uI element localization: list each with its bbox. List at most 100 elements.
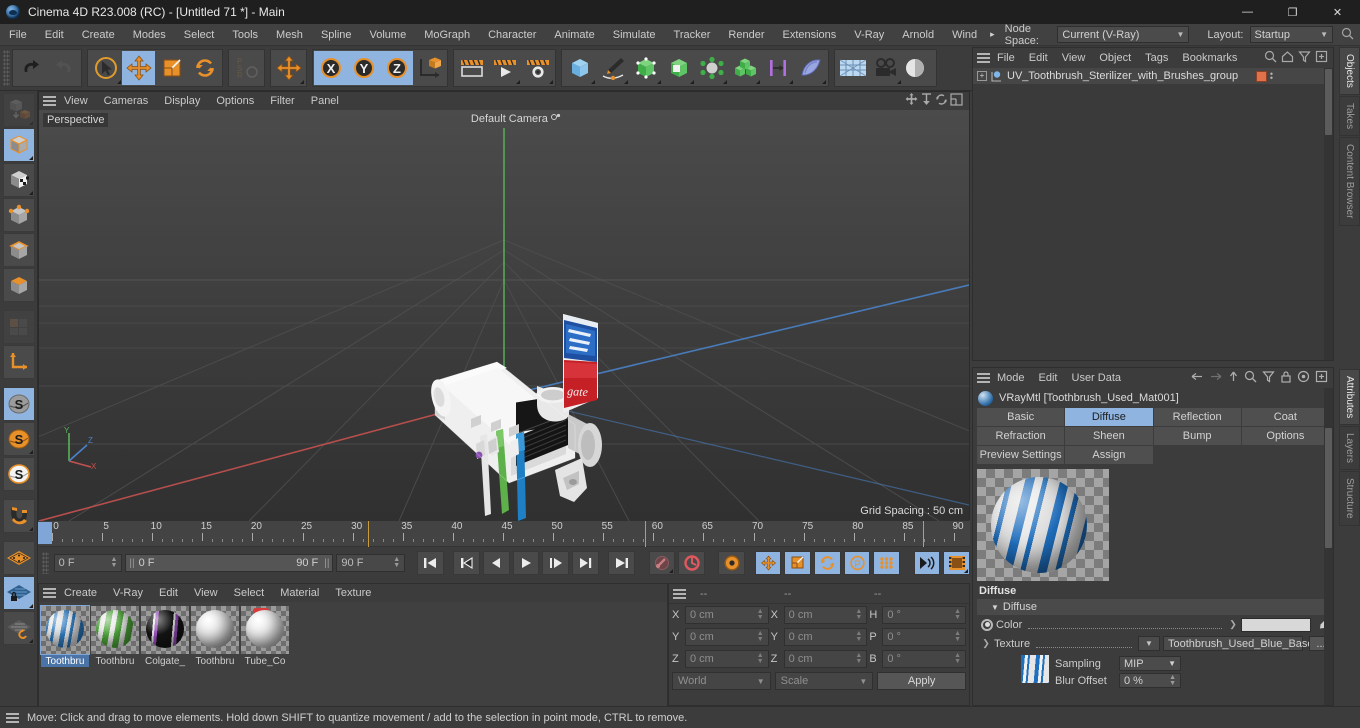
side-tab-content-browser[interactable]: Content Browser <box>1339 137 1360 226</box>
texture-thumbnail[interactable] <box>1021 655 1049 683</box>
menu-overflow-arrow[interactable]: ▸ <box>986 29 999 40</box>
coord-size-field[interactable]: 0 cm ▲ ▼ <box>783 606 868 624</box>
target-icon[interactable] <box>1297 370 1310 386</box>
texture-expand-icon[interactable]: ❯ <box>981 638 991 649</box>
spinner-icon[interactable]: ▲ ▼ <box>855 608 862 621</box>
coord-rotation-field[interactable]: 0 ° ▲ ▼ <box>882 606 967 624</box>
side-tab-structure[interactable]: Structure <box>1339 471 1360 526</box>
menu-item-tools[interactable]: Tools <box>223 24 267 46</box>
side-tab-attributes[interactable]: Attributes <box>1339 369 1360 426</box>
move-tool[interactable] <box>122 51 155 85</box>
menu-item-arnold[interactable]: Arnold <box>893 24 943 46</box>
object-menu-edit[interactable]: Edit <box>1022 48 1055 68</box>
material-preview[interactable] <box>977 469 1109 581</box>
attr-tab-diffuse[interactable]: Diffuse <box>1065 408 1153 426</box>
viewport-canvas[interactable]: gate Perspective Default Camera Grid Spa… <box>39 110 969 521</box>
minimize-button[interactable]: — <box>1225 0 1270 24</box>
coord-position-field[interactable]: 0 cm ▲ ▼ <box>685 650 769 668</box>
render-picture-viewer-button[interactable] <box>488 51 521 85</box>
spinner-icon[interactable]: ▲ ▼ <box>954 608 961 621</box>
zoom-dolly-icon[interactable] <box>920 93 933 109</box>
lock-icon[interactable] <box>1280 370 1292 386</box>
undo-button[interactable] <box>14 51 47 85</box>
spinner-icon[interactable]: ▲ ▼ <box>1169 674 1176 687</box>
range-right-grip[interactable]: || <box>324 558 329 569</box>
light-button[interactable] <box>902 51 935 85</box>
coord-rotation-field[interactable]: 0 ° ▲ ▼ <box>882 628 967 646</box>
make-editable-button[interactable] <box>2 93 35 127</box>
world-object-coord-button[interactable] <box>413 51 446 85</box>
cube-primitive-button[interactable] <box>563 51 596 85</box>
range-left-grip[interactable]: || <box>129 558 134 569</box>
spinner-icon[interactable]: ▲ ▼ <box>110 556 117 569</box>
generator-button[interactable] <box>629 51 662 85</box>
snap-settings-button[interactable]: S <box>2 457 35 491</box>
axis-mode-button[interactable] <box>2 345 35 379</box>
key-rotation-button[interactable] <box>814 551 841 575</box>
viewport-menu-cameras[interactable]: Cameras <box>96 92 157 110</box>
menu-item-file[interactable]: File <box>0 24 36 46</box>
close-button[interactable]: ✕ <box>1315 0 1360 24</box>
add-icon[interactable] <box>1315 370 1328 386</box>
material-item[interactable]: Toothbru <box>40 605 90 702</box>
material-menu-select[interactable]: Select <box>226 584 273 602</box>
home-icon[interactable] <box>1281 50 1294 66</box>
attr-tab-basic[interactable]: Basic <box>977 408 1065 426</box>
attributes-scrollbar[interactable] <box>1324 388 1333 705</box>
menu-item-character[interactable]: Character <box>479 24 545 46</box>
key-scale-button[interactable] <box>784 551 812 575</box>
object-menu-file[interactable]: File <box>990 48 1022 68</box>
search-icon[interactable] <box>1244 370 1257 386</box>
spinner-icon[interactable]: ▲ ▼ <box>954 652 961 665</box>
spinner-icon[interactable]: ▲ ▼ <box>757 608 764 621</box>
timeline-drag-handle[interactable] <box>42 552 49 574</box>
object-hamburger-icon[interactable] <box>977 53 990 63</box>
texture-name-field[interactable]: Toothbrush_Used_Blue_Base <box>1163 636 1314 651</box>
status-hamburger-icon[interactable] <box>6 712 19 723</box>
menu-item-select[interactable]: Select <box>175 24 224 46</box>
filter-icon[interactable] <box>1298 50 1311 66</box>
blur-offset-field[interactable]: 0 % ▲ ▼ <box>1119 673 1181 688</box>
world-move-tool[interactable] <box>272 51 305 85</box>
object-menu-view[interactable]: View <box>1055 48 1093 68</box>
diffuse-group-row[interactable]: ▼ Diffuse <box>977 599 1329 615</box>
point-mode-button[interactable] <box>2 198 35 232</box>
filter-icon[interactable] <box>1262 370 1275 386</box>
menu-item-animate[interactable]: Animate <box>545 24 603 46</box>
magnet-tool-button[interactable] <box>2 499 35 533</box>
collapse-triangle-icon[interactable]: ▼ <box>991 603 999 612</box>
environment-button[interactable] <box>695 51 728 85</box>
sound-playback-button[interactable] <box>913 551 941 575</box>
coord-rotation-field[interactable]: 0 ° ▲ ▼ <box>882 650 967 668</box>
object-menu-tags[interactable]: Tags <box>1138 48 1175 68</box>
menu-item-v-ray[interactable]: V-Ray <box>845 24 893 46</box>
material-menu-create[interactable]: Create <box>56 584 105 602</box>
scale-tool[interactable] <box>155 51 188 85</box>
menu-item-render[interactable]: Render <box>719 24 773 46</box>
render-view-button[interactable] <box>455 51 488 85</box>
up-arrow-icon[interactable] <box>1228 370 1239 386</box>
forward-arrow-icon[interactable] <box>1209 371 1223 385</box>
object-tree-scrollbar[interactable] <box>1324 68 1333 360</box>
expand-icon[interactable]: + <box>977 71 987 81</box>
spinner-icon[interactable]: ▲ ▼ <box>954 630 961 643</box>
model-mode-button[interactable] <box>2 128 35 162</box>
key-position-button[interactable] <box>754 551 782 575</box>
material-menu-view[interactable]: View <box>186 584 226 602</box>
material-item[interactable]: Toothbru <box>91 606 139 702</box>
sampling-select[interactable]: MIP ▼ <box>1119 656 1181 671</box>
material-list[interactable]: Toothbru Toothbru Colgate_ Toothbru Tube_Co <box>39 602 667 706</box>
coordinate-system-select[interactable]: World ▼ <box>672 672 771 690</box>
coord-size-field[interactable]: 0 cm ▲ ▼ <box>783 650 868 668</box>
pan-icon[interactable] <box>905 93 918 109</box>
object-tree[interactable]: + UV_Toothbrush_Sterilizer_with_Brushes_… <box>973 68 1333 360</box>
enable-axis-button[interactable]: S <box>2 387 35 421</box>
menu-item-volume[interactable]: Volume <box>361 24 416 46</box>
attr-tab-assign[interactable]: Assign <box>1065 446 1153 464</box>
object-row-root[interactable]: + UV_Toothbrush_Sterilizer_with_Brushes_… <box>973 68 1333 85</box>
spline-pen-button[interactable] <box>596 51 629 85</box>
go-to-end-button[interactable] <box>608 551 635 575</box>
step-back-button[interactable] <box>482 551 510 575</box>
sculpt-button[interactable] <box>794 51 827 85</box>
search-icon[interactable] <box>1341 27 1354 43</box>
